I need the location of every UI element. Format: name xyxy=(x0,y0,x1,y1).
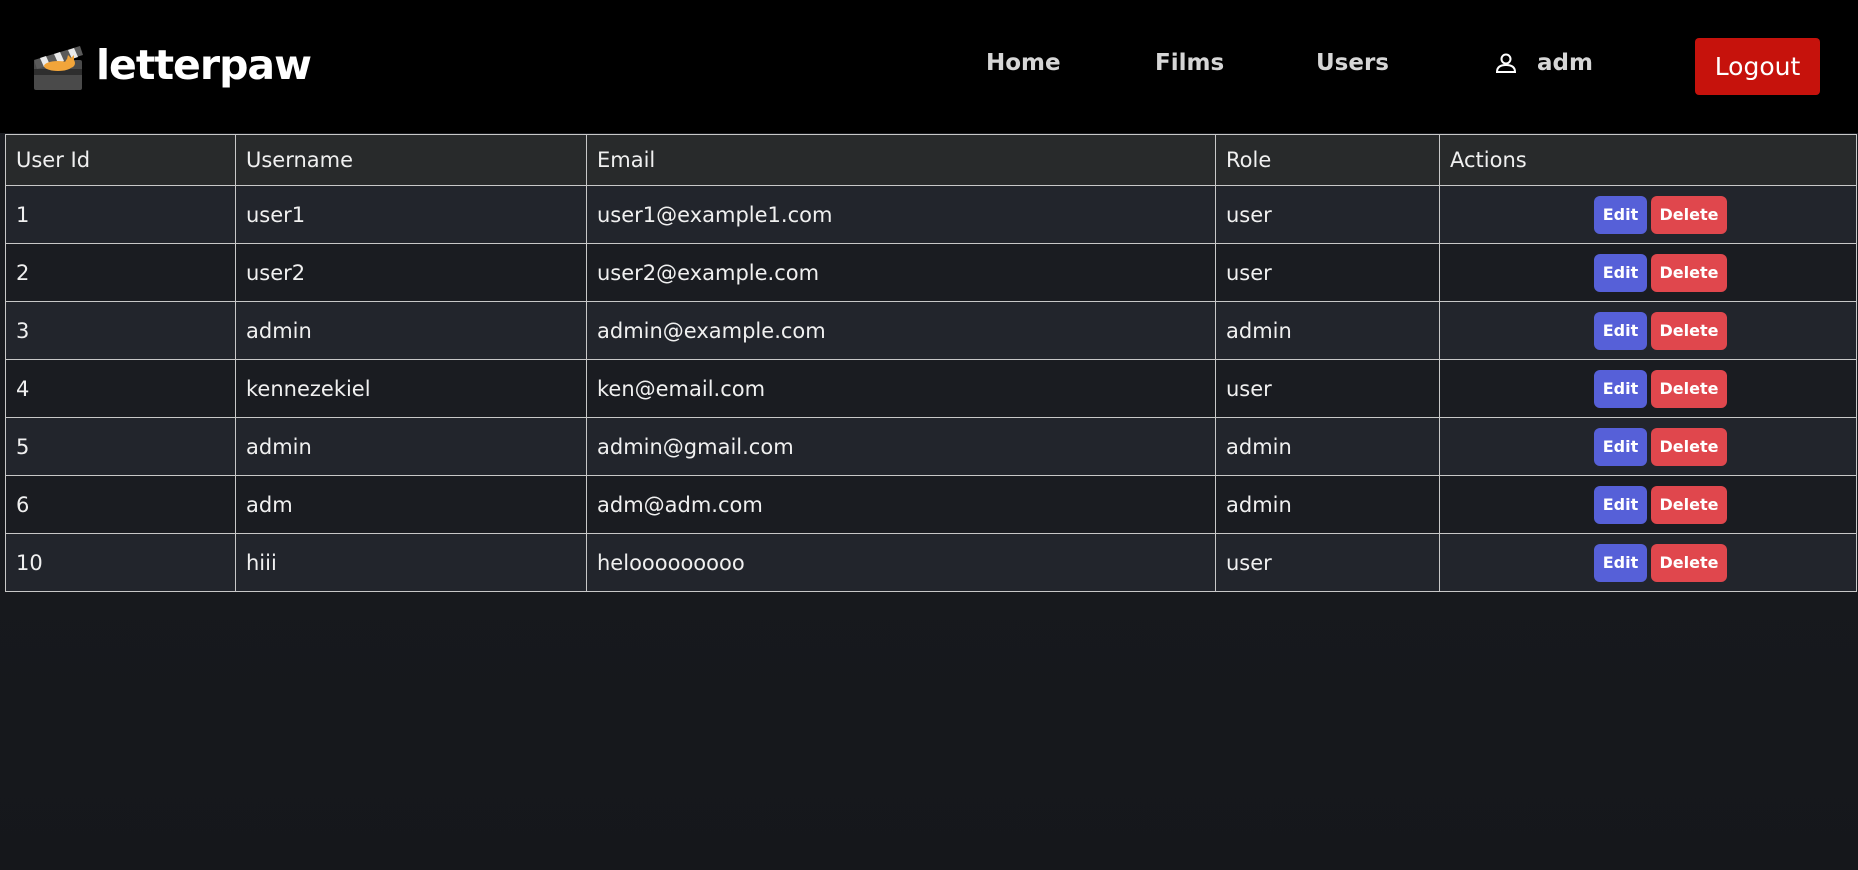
cell-actions: Edit Delete xyxy=(1439,475,1857,534)
cell-user-id: 1 xyxy=(5,185,236,244)
delete-button[interactable]: Delete xyxy=(1651,485,1727,524)
cell-username: user1 xyxy=(235,185,587,244)
cell-email: adm@adm.com xyxy=(586,475,1216,534)
column-header-actions: Actions xyxy=(1439,134,1857,186)
cell-user-id: 10 xyxy=(5,533,236,592)
table-row: 3 admin admin@example.com admin Edit Delete xyxy=(5,301,1857,360)
cell-actions: Edit Delete xyxy=(1439,417,1857,476)
cell-email: helooooooooo xyxy=(586,533,1216,592)
navbar: letterpaw Home Films Users adm Logout xyxy=(0,0,1858,133)
row-actions: Edit Delete xyxy=(1594,427,1727,466)
cell-email: admin@example.com xyxy=(586,301,1216,360)
edit-button[interactable]: Edit xyxy=(1594,427,1647,466)
table-row: 4 kennezekiel ken@email.com user Edit Delete xyxy=(5,359,1857,418)
cell-actions: Edit Delete xyxy=(1439,243,1857,302)
current-username: adm xyxy=(1537,50,1593,76)
table-row: 5 admin admin@gmail.com admin Edit Delete xyxy=(5,417,1857,476)
cell-user-id: 3 xyxy=(5,301,236,360)
users-table: User Id Username Email Role Actions 1 use… xyxy=(5,134,1857,592)
clapperboard-icon xyxy=(34,46,83,90)
nav-films-link[interactable]: Films xyxy=(1155,50,1224,76)
cell-role: admin xyxy=(1215,475,1440,534)
cell-user-id: 5 xyxy=(5,417,236,476)
edit-button[interactable]: Edit xyxy=(1594,543,1647,582)
row-actions: Edit Delete xyxy=(1594,369,1727,408)
cell-username: adm xyxy=(235,475,587,534)
cell-role: user xyxy=(1215,243,1440,302)
edit-button[interactable]: Edit xyxy=(1594,195,1647,234)
cell-email: user2@example.com xyxy=(586,243,1216,302)
table-header-row: User Id Username Email Role Actions xyxy=(5,134,1857,186)
delete-button[interactable]: Delete xyxy=(1651,311,1727,350)
delete-button[interactable]: Delete xyxy=(1651,369,1727,408)
cell-username: admin xyxy=(235,301,587,360)
cell-actions: Edit Delete xyxy=(1439,185,1857,244)
cell-username: admin xyxy=(235,417,587,476)
delete-button[interactable]: Delete xyxy=(1651,543,1727,582)
cell-role: admin xyxy=(1215,417,1440,476)
person-icon xyxy=(1495,53,1517,73)
column-header-user-id: User Id xyxy=(5,134,236,186)
row-actions: Edit Delete xyxy=(1594,543,1727,582)
cell-username: hiii xyxy=(235,533,587,592)
nav-home-link[interactable]: Home xyxy=(986,50,1061,76)
cell-role: admin xyxy=(1215,301,1440,360)
cell-actions: Edit Delete xyxy=(1439,359,1857,418)
cell-role: user xyxy=(1215,533,1440,592)
row-actions: Edit Delete xyxy=(1594,311,1727,350)
cell-role: user xyxy=(1215,359,1440,418)
cell-email: admin@gmail.com xyxy=(586,417,1216,476)
cell-user-id: 4 xyxy=(5,359,236,418)
edit-button[interactable]: Edit xyxy=(1594,311,1647,350)
user-menu[interactable]: adm xyxy=(1493,50,1593,76)
row-actions: Edit Delete xyxy=(1594,253,1727,292)
row-actions: Edit Delete xyxy=(1594,195,1727,234)
cell-email: ken@email.com xyxy=(586,359,1216,418)
delete-button[interactable]: Delete xyxy=(1651,427,1727,466)
table-row: 2 user2 user2@example.com user Edit Delete xyxy=(5,243,1857,302)
brand-name: letterpaw xyxy=(96,41,312,89)
table-row: 6 adm adm@adm.com admin Edit Delete xyxy=(5,475,1857,534)
cell-role: user xyxy=(1215,185,1440,244)
logout-button[interactable]: Logout xyxy=(1695,38,1820,95)
column-header-username: Username xyxy=(235,134,587,186)
cell-username: kennezekiel xyxy=(235,359,587,418)
brand[interactable]: letterpaw xyxy=(30,36,312,94)
nav-users-link[interactable]: Users xyxy=(1316,50,1389,76)
cell-user-id: 6 xyxy=(5,475,236,534)
column-header-role: Role xyxy=(1215,134,1440,186)
table-row: 1 user1 user1@example1.com user Edit Delete xyxy=(5,185,1857,244)
column-header-email: Email xyxy=(586,134,1216,186)
edit-button[interactable]: Edit xyxy=(1594,253,1647,292)
delete-button[interactable]: Delete xyxy=(1651,195,1727,234)
cell-username: user2 xyxy=(235,243,587,302)
cell-actions: Edit Delete xyxy=(1439,533,1857,592)
cell-user-id: 2 xyxy=(5,243,236,302)
cell-actions: Edit Delete xyxy=(1439,301,1857,360)
table-row: 10 hiii helooooooooo user Edit Delete xyxy=(5,533,1857,592)
delete-button[interactable]: Delete xyxy=(1651,253,1727,292)
row-actions: Edit Delete xyxy=(1594,485,1727,524)
edit-button[interactable]: Edit xyxy=(1594,485,1647,524)
cell-email: user1@example1.com xyxy=(586,185,1216,244)
edit-button[interactable]: Edit xyxy=(1594,369,1647,408)
